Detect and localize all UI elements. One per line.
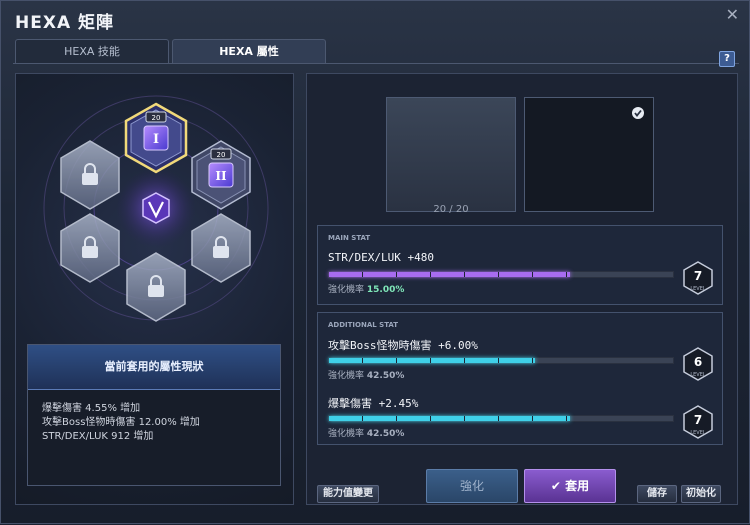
core-count: 20 / 20 — [433, 204, 469, 215]
slot-glyph: II — [215, 169, 227, 183]
check-circle-icon: ✔ — [550, 479, 561, 493]
main-stat-progress — [328, 271, 674, 278]
level-caption: LEVEL — [690, 430, 706, 436]
slot-level-badge: 20 — [152, 114, 161, 122]
level-number: 6 — [694, 355, 702, 369]
level-number: 7 — [694, 413, 702, 427]
additional-stat-1-rate: 強化機率 42.50% — [328, 368, 404, 381]
rate-label: 強化機率 — [328, 429, 365, 439]
check-circle-icon — [632, 107, 644, 119]
rate-value: 42.50% — [366, 429, 405, 439]
status-line-1: 爆擊傷害 4.55% 增加 — [42, 403, 141, 414]
level-caption: LEVEL — [690, 372, 706, 378]
apply-button[interactable]: ✔ 套用 — [524, 469, 616, 503]
save-button[interactable]: 儲存 — [637, 485, 677, 503]
level-caption: LEVEL — [690, 286, 706, 292]
additional-stat-2-name: 爆擊傷害 +2.45% — [328, 397, 419, 410]
reset-button[interactable]: 初始化 — [681, 485, 721, 503]
additional-stat-2-rate: 強化機率 42.50% — [328, 426, 404, 439]
progress-fill — [329, 358, 536, 363]
current-stat-status: 當前套用的屬性現狀 爆擊傷害 4.55% 增加 攻擊Boss怪物時傷害 12.0… — [27, 344, 281, 486]
additional-stat-2-progress — [328, 415, 674, 422]
slot-glyph: I — [153, 132, 159, 147]
main-stat-label: MAIN STAT — [328, 234, 371, 242]
status-header: 當前套用的屬性現狀 — [28, 345, 280, 390]
main-stat-name: STR/DEX/LUK +480 — [328, 251, 434, 264]
progress-fill — [329, 272, 570, 277]
additional-stat-label: ADDITIONAL STAT — [328, 321, 399, 329]
preview-card-applied[interactable] — [524, 97, 654, 212]
additional-stat-1-name: 攻擊Boss怪物時傷害 +6.00% — [328, 339, 478, 352]
main-stat-panel: MAIN STAT STR/DEX/LUK +480 強化機率 15.00% 7… — [317, 225, 723, 305]
additional-stat-panel: ADDITIONAL STAT 攻擊Boss怪物時傷害 +6.00% 強化機率 … — [317, 312, 723, 445]
rate-label: 強化機率 — [328, 285, 365, 295]
rate-label: 強化機率 — [328, 371, 365, 381]
hex-slot-6-locked[interactable] — [126, 252, 186, 322]
level-badge: 6 LEVEL — [683, 347, 713, 381]
apply-button-label: 套用 — [565, 479, 590, 493]
main-stat-rate: 強化機率 15.00% — [328, 282, 404, 295]
enhance-button[interactable]: 強化 — [426, 469, 518, 503]
hex-slot-1[interactable]: I 20 — [124, 102, 188, 174]
preview-card-current[interactable]: 20 / 20 — [386, 97, 516, 215]
progress-fill — [329, 416, 570, 421]
change-stat-button[interactable]: 能力值變更 — [317, 485, 379, 503]
level-badge: 7 LEVEL — [683, 405, 713, 439]
hex-slot-3-locked[interactable] — [60, 140, 120, 210]
hex-slot-2[interactable]: II 20 — [191, 140, 251, 210]
hex-slot-5-locked[interactable] — [191, 213, 251, 283]
status-line-2: 攻擊Boss怪物時傷害 12.00% 增加 — [42, 417, 200, 428]
slot-level-badge: 20 — [217, 151, 226, 159]
level-badge: 7 LEVEL — [683, 261, 713, 295]
status-line-3: STR/DEX/LUK 912 增加 — [42, 431, 154, 442]
rate-value: 15.00% — [366, 285, 405, 295]
hexa-matrix-window: HEXA 矩陣 ✕ HEXA 技能 HEXA 屬性 ? I 20 II 20 當… — [0, 0, 750, 524]
additional-stat-1-progress — [328, 357, 674, 364]
level-number: 7 — [694, 269, 702, 283]
rate-value: 42.50% — [366, 371, 405, 381]
hexa-emblem-icon — [142, 192, 170, 224]
hex-slot-4-locked[interactable] — [60, 213, 120, 283]
